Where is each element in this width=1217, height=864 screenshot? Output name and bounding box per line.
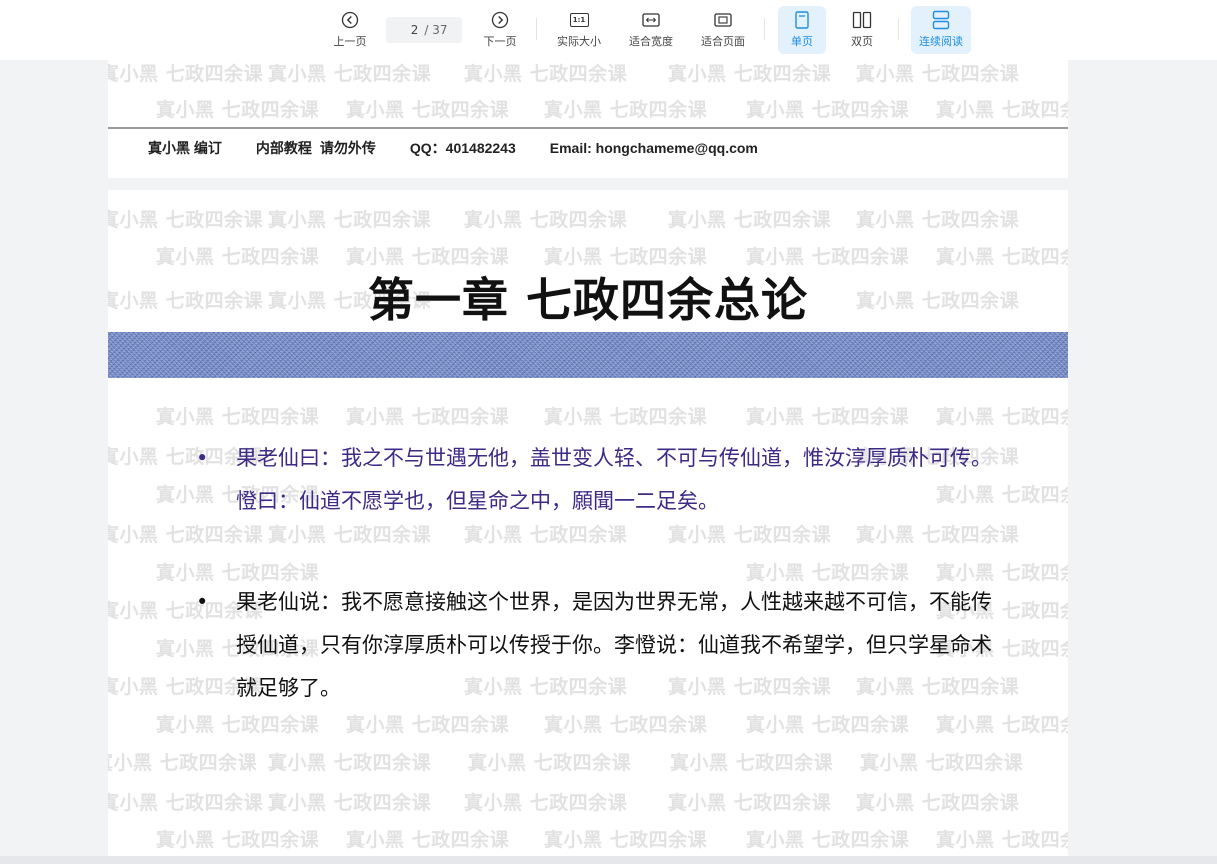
bullet-icon: • [196, 446, 209, 470]
watermark: 寘小黑 七政四余课 [544, 99, 708, 121]
paragraph-text: 果老仙曰：我之不与世遇无他，盖世变人轻、不可与传仙道，惟汝淳厚质朴可传。憕曰：仙… [236, 446, 992, 513]
watermark: 寘小黑 七政四余课 [346, 829, 510, 851]
watermark: 寘小黑 七政四余课 [346, 714, 510, 736]
fit-page-label: 适合页面 [701, 35, 745, 48]
fit-width-icon [642, 8, 660, 32]
watermark: 寘小黑 七政四余课 [936, 406, 1068, 428]
bullet-paragraph: • 果老仙说：我不愿意接触这个世界，是因为世界无常，人性越来越不可信，不能传授仙… [196, 581, 996, 710]
fit-width-button[interactable]: 适合宽度 [622, 6, 680, 54]
watermark: 寘小黑 七政四余课 [108, 524, 264, 546]
watermark: 寘小黑 七政四余课 [746, 829, 910, 851]
watermark: 寘小黑 七政四余课 [268, 63, 432, 85]
watermark: 寘小黑 七政四余课 [468, 752, 632, 774]
single-page-icon [794, 8, 810, 32]
email-contact: Email: hongchameme@qq.com [549, 140, 758, 156]
watermark: 寘小黑 七政四余课 [544, 829, 708, 851]
watermark: 寘小黑 七政四余课 [346, 406, 510, 428]
next-page-button[interactable]: 下一页 [476, 6, 524, 54]
total-pages: / 37 [424, 23, 448, 37]
actual-size-icon: 1:1 [569, 8, 589, 32]
continuous-scroll-icon [932, 8, 950, 32]
status-bar [0, 856, 1217, 864]
toolbar-divider [898, 18, 899, 40]
internal-note: 内部教程 [255, 140, 312, 156]
fit-page-button[interactable]: 适合页面 [694, 6, 752, 54]
page-header-info: 寘小黑 编订 内部教程 请勿外传 QQ：401482243 Email: hongcha… [148, 138, 792, 158]
watermark: 寘小黑 七政四余课 [156, 99, 320, 121]
paragraph-text: 果老仙说：我不愿意接触这个世界，是因为世界无常，人性越来越不可信，不能传授仙道，… [236, 590, 992, 700]
watermark: 寘小黑 七政四余课 [936, 829, 1068, 851]
watermark: 寘小黑 七政四余课 [156, 714, 320, 736]
watermark: 寘小黑 七政四余课 [936, 99, 1068, 121]
next-page-label: 下一页 [483, 35, 517, 48]
watermark: 寘小黑 七政四余课 [668, 63, 832, 85]
watermark: 寘小黑 七政四余课 [268, 792, 432, 814]
watermark: 寘小黑 七政四余课 [856, 63, 1020, 85]
editor-credit: 寘小黑 编订 [148, 140, 222, 156]
watermark: 寘小黑 七政四余课 [268, 209, 432, 231]
watermark: 寘小黑 七政四余课 [464, 63, 628, 85]
watermark: 寘小黑 七政四余课 [108, 209, 264, 231]
no-share-note: 请勿外传 [319, 140, 376, 156]
actual-size-button[interactable]: 1:1 实际大小 [550, 6, 608, 54]
watermark: 寘小黑 七政四余课 [668, 792, 832, 814]
watermark: 寘小黑 七政四余课 [108, 752, 258, 774]
header-rule [108, 127, 1068, 129]
qq-contact: QQ：401482243 [409, 140, 516, 156]
double-page-button[interactable]: 双页 [838, 6, 886, 54]
document-page-2: 寘小黑 七政四余课 寘小黑 七政四余课 寘小黑 七政四余课 寘小黑 七政四余课 … [108, 190, 1068, 856]
watermark: 寘小黑 七政四余课 [268, 524, 432, 546]
double-page-icon [852, 8, 872, 32]
watermark-layer: 寘小黑 七政四余课 寘小黑 七政四余课 寘小黑 七政四余课 寘小黑 七政四余课 … [108, 60, 1068, 178]
watermark: 寘小黑 七政四余课 [108, 63, 264, 85]
continuous-reading-label: 连续阅读 [919, 35, 963, 48]
prev-page-label: 上一页 [333, 35, 367, 48]
toolbar-divider [764, 18, 765, 40]
reader-toolbar: 上一页 / 37 下一页 1:1 实际大小 适合宽度 适合页面 单页 [0, 0, 1217, 60]
watermark: 寘小黑 七政四余课 [156, 829, 320, 851]
watermark: 寘小黑 七政四余课 [746, 714, 910, 736]
chapter-title: 第一章 七政四余总论 [367, 273, 808, 327]
watermark: 寘小黑 七政四余课 [856, 209, 1020, 231]
watermark: 寘小黑 七政四余课 [856, 524, 1020, 546]
watermark: 寘小黑 七政四余课 [936, 714, 1068, 736]
watermark: 寘小黑 七政四余课 [860, 752, 1024, 774]
watermark: 寘小黑 七政四余课 [544, 406, 708, 428]
decorative-title-band [108, 332, 1068, 378]
watermark: 寘小黑 七政四余课 [668, 524, 832, 546]
chevron-right-circle-icon [491, 8, 509, 32]
watermark: 寘小黑 七政四余课 [544, 714, 708, 736]
watermark: 寘小黑 七政四余课 [670, 752, 834, 774]
single-page-label: 单页 [791, 35, 813, 48]
page-indicator: / 37 [386, 17, 462, 43]
watermark: 寘小黑 七政四余课 [856, 792, 1020, 814]
single-page-button[interactable]: 单页 [778, 6, 826, 54]
watermark: 寘小黑 七政四余课 [668, 209, 832, 231]
continuous-reading-button[interactable]: 连续阅读 [911, 6, 971, 54]
watermark: 寘小黑 七政四余课 [108, 792, 264, 814]
watermark: 寘小黑 七政四余课 [268, 752, 432, 774]
fit-page-icon [714, 8, 732, 32]
watermark: 寘小黑 七政四余课 [464, 792, 628, 814]
chevron-left-circle-icon [341, 8, 359, 32]
watermark: 寘小黑 七政四余课 [346, 99, 510, 121]
watermark: 寘小黑 七政四余课 [746, 406, 910, 428]
fit-width-label: 适合宽度 [629, 35, 673, 48]
watermark: 寘小黑 七政四余课 [746, 99, 910, 121]
current-page-input[interactable] [396, 23, 419, 37]
prev-page-button[interactable]: 上一页 [326, 6, 374, 54]
toolbar-divider [536, 18, 537, 40]
watermark: 寘小黑 七政四余课 [464, 209, 628, 231]
watermark: 寘小黑 七政四余课 [464, 524, 628, 546]
document-page-1: 寘小黑 七政四余课 寘小黑 七政四余课 寘小黑 七政四余课 寘小黑 七政四余课 … [108, 60, 1068, 178]
watermark: 寘小黑 七政四余课 [156, 406, 320, 428]
double-page-label: 双页 [851, 35, 873, 48]
bullet-icon: • [196, 590, 209, 614]
actual-size-label: 实际大小 [557, 35, 601, 48]
bullet-paragraph: • 果老仙曰：我之不与世遇无他，盖世变人轻、不可与传仙道，惟汝淳厚质朴可传。憕曰… [196, 437, 996, 523]
